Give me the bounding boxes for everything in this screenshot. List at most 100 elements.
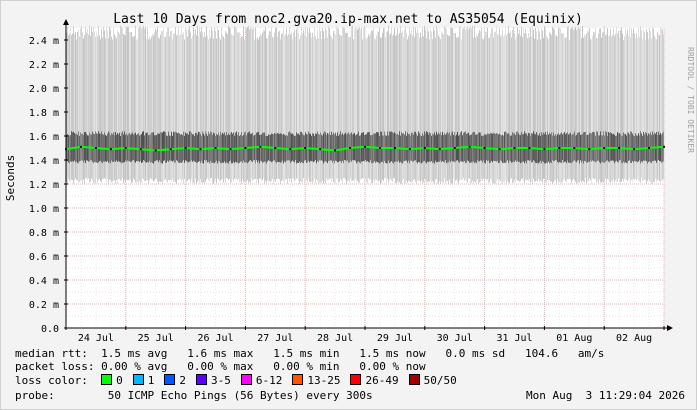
smoke-inner [412,132,413,162]
smoke-inner [584,132,585,161]
smoke-inner [190,131,191,162]
smoke-inner [475,134,476,163]
smoke-inner [470,134,471,163]
smoke-inner [129,132,130,162]
smoke-outer [258,39,259,184]
smoke-inner [79,135,80,162]
smoke-inner [449,132,450,161]
smoke-inner [520,135,521,164]
smoke-inner [457,131,458,161]
smoke-inner [98,131,99,163]
median-point [289,148,292,151]
loss-color-item: 50/50 [408,374,457,387]
smoke-inner [199,132,200,162]
smoke-outer [183,32,184,184]
smoke-inner [165,131,166,163]
median-rtt-row: median rtt: 1.5 ms avg 1.6 ms max 1.5 ms… [15,347,604,360]
smoke-outer [335,34,336,184]
smoke-inner [144,135,145,161]
median-point [423,147,426,149]
smoke-inner [495,133,496,161]
smoke-inner [379,135,380,164]
smoke-inner [340,131,341,162]
loss-color-range: 26-49 [365,374,399,387]
median-point [453,147,456,149]
smoke-inner [629,134,630,161]
smoke-inner [621,135,622,164]
y-tick-label: 2.0 m [29,84,59,95]
smoke-inner [610,132,611,161]
median-point [408,148,411,151]
smoke-inner [534,133,535,162]
smoke-inner [418,131,419,163]
y-tick-label: 1.4 m [29,156,59,167]
smoke-inner [301,131,302,162]
median-point [79,145,82,148]
smoke-outer [591,39,592,184]
smoke-inner [177,133,178,162]
smoke-inner [73,131,74,162]
smoke-inner [500,134,501,161]
smoke-inner [585,131,586,162]
smoke-inner [390,132,391,162]
x-tick-label: 26 Jul [197,333,233,344]
smoke-inner [249,131,250,161]
smoke-inner [135,132,136,163]
smoke-inner [310,133,311,161]
loss-color-range: 1 [147,374,155,387]
smoke-inner [504,131,505,163]
smoke-inner [151,132,152,163]
smoke-inner [147,132,148,163]
x-tick-label: 31 Jul [496,333,532,344]
smoke-inner [111,133,112,161]
smoke-inner [384,131,385,161]
smoke-inner [328,134,329,161]
smoke-inner [631,131,632,163]
loss-color-swatch [350,374,362,385]
median-point [468,145,471,148]
smoke-inner [582,134,583,161]
smoke-outer [367,37,368,184]
smoke-inner [339,134,340,162]
smoke-inner [391,131,392,162]
y-tick-label: 1.8 m [29,108,59,119]
smoke-outer [556,35,557,183]
median-point [319,148,322,151]
smoke-inner [651,135,652,164]
x-tick-label: 27 Jul [257,333,293,344]
smoke-inner [646,132,647,162]
smoke-inner [597,131,598,161]
smoke-inner [491,133,492,161]
smoke-inner [174,132,175,163]
median-point [214,147,217,149]
y-tick-label: 0.6 m [29,252,59,263]
smoke-inner [516,131,517,163]
smoke-inner [124,131,125,163]
smoke-inner [445,134,446,161]
median-point [304,147,307,149]
smoke-inner [372,134,373,163]
smoke-inner [381,131,382,162]
median-point [349,147,352,149]
smoke-inner [628,132,629,161]
smoke-inner [115,131,116,162]
smoke-inner [482,135,483,163]
median-point [618,147,621,149]
x-tick-label: 24 Jul [78,333,114,344]
smoke-outer [509,33,510,184]
smoke-inner [193,134,194,161]
smoke-inner [630,131,631,164]
smoke-inner [191,132,192,161]
smoke-inner [399,131,400,163]
x-tick-label: 29 Jul [377,333,413,344]
smoke-inner [371,135,372,164]
probe-timestamp: Mon Aug 3 11:29:04 2026 [526,389,685,402]
smoke-inner [505,131,506,164]
loss-color-swatch [195,374,207,385]
smoke-inner [578,132,579,161]
smoke-inner [488,133,489,161]
smoke-outer [256,39,257,183]
median-point [528,147,531,149]
smoke-inner [458,135,459,162]
smoke-inner [116,134,117,161]
